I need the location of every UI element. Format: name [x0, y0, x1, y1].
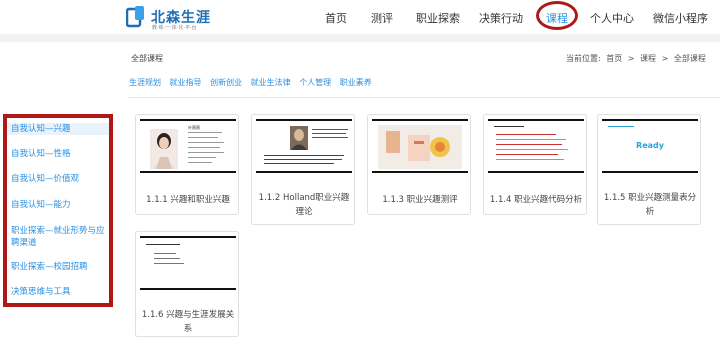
- slide-bottom-bar: [602, 171, 698, 173]
- slide-bottom-bar: [140, 171, 236, 173]
- filter-personal-management[interactable]: 个人管理: [299, 78, 331, 87]
- holland-portrait-icon: [290, 126, 308, 150]
- slide-bottom-bar: [488, 171, 584, 173]
- courses-highlight-circle: [536, 1, 578, 30]
- page-title: 全部课程: [131, 54, 163, 63]
- filter-professionalism[interactable]: 职业素养: [340, 78, 372, 87]
- sidebar-item-ability[interactable]: 自我认知—能力: [11, 199, 111, 211]
- sidebar-item-personality[interactable]: 自我认知—性格: [11, 148, 111, 160]
- nav-assessment[interactable]: 测评: [371, 10, 393, 26]
- breadcrumb-courses[interactable]: 课程: [640, 54, 656, 63]
- nav-career-explore[interactable]: 职业探索: [416, 10, 460, 26]
- breadcrumb-separator: >: [661, 54, 669, 63]
- nav-decision-action[interactable]: 决策行动: [479, 10, 523, 26]
- course-category-sidebar: 自我认知—兴趣 自我认知—性格 自我认知—价值观 自我认知—能力 职业探索—就业…: [3, 114, 113, 307]
- interest-test-illustration-icon: [378, 125, 462, 169]
- course-card[interactable]: 1.1.4 职业兴趣代码分析: [483, 114, 587, 215]
- course-card[interactable]: 1.1.3 职业兴趣测评: [367, 114, 471, 215]
- course-thumbnail: [256, 119, 352, 173]
- course-card-title: 1.1.3 职业兴趣测评: [382, 195, 458, 205]
- course-thumbnail: Ready: [602, 119, 698, 173]
- course-card[interactable]: 1.1.6 兴趣与生涯发展关系: [135, 231, 239, 337]
- filter-employment-guidance[interactable]: 就业指导: [170, 78, 202, 87]
- brand-logo[interactable]: 北森生涯 教·练·一·体·化·平·台: [126, 6, 214, 31]
- breadcrumb-separator: >: [627, 54, 635, 63]
- course-card-title: 1.1.6 兴趣与生涯发展关系: [141, 310, 235, 334]
- nav-personal-center[interactable]: 个人中心: [590, 10, 634, 26]
- breadcrumb-current: 全部课程: [673, 54, 706, 63]
- header-divider-strip: [0, 34, 720, 42]
- breadcrumb: 当前位置: 首页 > 课程 > 全部课程: [566, 53, 709, 64]
- slide-top-bar: [602, 119, 698, 121]
- brand-slogan: 教·练·一·体·化·平·台: [152, 25, 197, 31]
- course-card-title: 1.1.5 职业兴趣测量表分析: [603, 193, 697, 217]
- slide-top-bar: [256, 119, 352, 121]
- sidebar-item-job-market[interactable]: 职业探索—就业形势与应聘渠道: [11, 225, 111, 249]
- category-filters: 生涯规划 就业指导 创新创业 就业生法律 个人管理 职业素养: [129, 77, 378, 88]
- slide-bottom-bar: [256, 171, 352, 173]
- top-header: 北森生涯 教·练·一·体·化·平·台 首页 测评 职业探索 决策行动 课程 个人…: [0, 0, 720, 34]
- nav-wechat-miniprogram[interactable]: 微信小程序: [653, 10, 708, 26]
- presenter-photo-icon: [150, 129, 178, 169]
- course-thumbnail: [140, 236, 236, 290]
- slide-ready-text: Ready: [636, 141, 664, 150]
- course-card[interactable]: 叶薇薇 1.1.1 兴趣和职业兴趣: [135, 114, 239, 215]
- course-card[interactable]: Ready 1.1.5 职业兴趣测量表分析: [597, 114, 701, 225]
- sidebar-item-decision-tools[interactable]: 决策思维与工具: [11, 286, 111, 298]
- breadcrumb-home[interactable]: 首页: [606, 54, 622, 63]
- course-card-title: 1.1.2 Holland职业兴趣理论: [258, 193, 350, 217]
- breadcrumb-prefix: 当前位置:: [566, 54, 601, 63]
- nav-home[interactable]: 首页: [325, 10, 347, 26]
- course-thumbnail: [488, 119, 584, 173]
- slide-top-bar: [372, 119, 468, 121]
- course-thumbnail: [372, 119, 468, 173]
- filter-employment-law[interactable]: 就业生法律: [251, 78, 291, 87]
- slide-top-bar: [488, 119, 584, 121]
- logo-mark-icon: [126, 6, 144, 28]
- slide-top-bar: [140, 236, 236, 238]
- filters-divider: [128, 97, 720, 98]
- slide-bottom-bar: [140, 288, 236, 290]
- course-card-title: 1.1.1 兴趣和职业兴趣: [146, 195, 230, 205]
- course-card[interactable]: 1.1.2 Holland职业兴趣理论: [251, 114, 355, 225]
- slide-bottom-bar: [372, 171, 468, 173]
- course-card-title: 1.1.4 职业兴趣代码分析: [489, 195, 583, 205]
- presenter-name: 叶薇薇: [188, 125, 200, 130]
- sidebar-item-values[interactable]: 自我认知—价值观: [11, 173, 111, 185]
- slide-top-bar: [140, 119, 236, 121]
- course-thumbnail: 叶薇薇: [140, 119, 236, 173]
- filter-career-planning[interactable]: 生涯规划: [129, 78, 161, 87]
- sidebar-item-campus-recruit[interactable]: 职业探索—校园招聘: [11, 261, 111, 273]
- filter-innovation[interactable]: 创新创业: [210, 78, 242, 87]
- sidebar-item-interest[interactable]: 自我认知—兴趣: [7, 123, 109, 135]
